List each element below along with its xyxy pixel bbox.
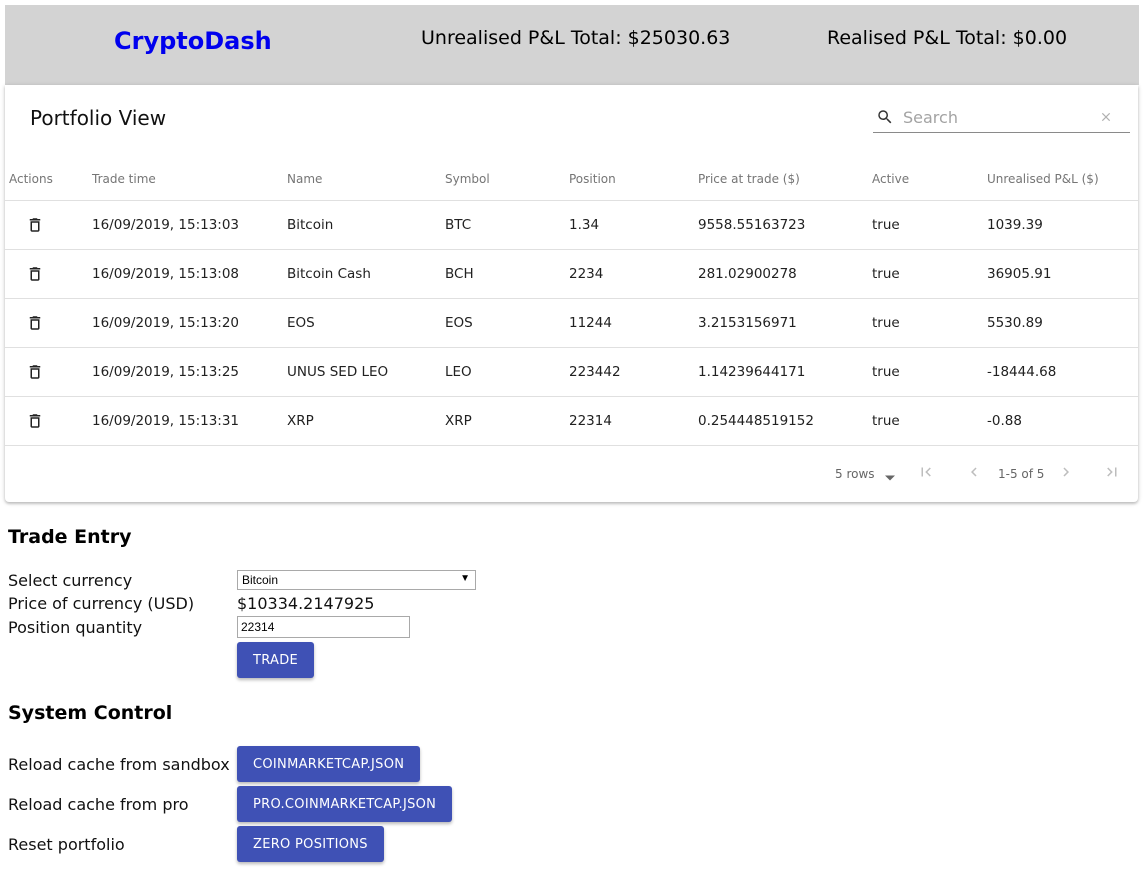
- delete-icon[interactable]: [26, 348, 44, 396]
- col-trade-time[interactable]: Trade time: [92, 158, 156, 200]
- cell-trade-time: 16/09/2019, 15:13:03: [92, 217, 240, 233]
- rows-per-page-select[interactable]: 5 rows: [835, 467, 875, 481]
- cell-name: XRP: [287, 413, 314, 429]
- cell-pnl: -0.88: [987, 413, 1022, 429]
- search-box: [873, 102, 1130, 133]
- cell-position: 223442: [569, 364, 621, 380]
- currency-select[interactable]: Bitcoin ▼: [237, 570, 476, 590]
- cell-price: 1.14239644171: [698, 364, 806, 380]
- unrealised-pl-total: Unrealised P&L Total: $25030.63: [421, 27, 731, 49]
- search-input[interactable]: [901, 105, 1091, 129]
- cell-price: 9558.55163723: [698, 217, 806, 233]
- cell-pnl: 5530.89: [987, 315, 1043, 331]
- cell-active: true: [872, 266, 900, 282]
- table-row: 16/09/2019, 15:13:31 XRP XRP 22314 0.254…: [5, 397, 1138, 446]
- reload-sandbox-button[interactable]: COINMARKETCAP.JSON: [237, 746, 421, 782]
- first-page-icon[interactable]: [917, 463, 935, 486]
- reload-sandbox-label: Reload cache from sandbox: [8, 755, 230, 774]
- table-row: 16/09/2019, 15:13:20 EOS EOS 11244 3.215…: [5, 299, 1138, 348]
- system-control-title: System Control: [8, 702, 173, 724]
- realised-pl-total: Realised P&L Total: $0.00: [827, 27, 1068, 49]
- select-currency-label: Select currency: [8, 571, 133, 590]
- table-row: 16/09/2019, 15:13:03 Bitcoin BTC 1.34 95…: [5, 201, 1138, 250]
- cell-trade-time: 16/09/2019, 15:13:31: [92, 413, 240, 429]
- dropdown-caret-icon[interactable]: [884, 469, 896, 487]
- zero-positions-button[interactable]: ZERO POSITIONS: [237, 826, 384, 862]
- cell-trade-time: 16/09/2019, 15:13:20: [92, 315, 240, 331]
- cell-name: Bitcoin Cash: [287, 266, 371, 282]
- price-value: $10334.2147925: [237, 594, 375, 613]
- header-bar: CryptoDash Unrealised P&L Total: $25030.…: [5, 5, 1139, 85]
- reset-portfolio-label: Reset portfolio: [8, 835, 125, 854]
- cell-name: Bitcoin: [287, 217, 334, 233]
- delete-icon[interactable]: [26, 250, 44, 298]
- next-page-icon[interactable]: [1057, 463, 1075, 486]
- last-page-icon[interactable]: [1103, 463, 1121, 486]
- portfolio-card: Portfolio View Actions Trade time Name S…: [5, 85, 1138, 502]
- cell-active: true: [872, 364, 900, 380]
- cell-symbol: LEO: [445, 364, 472, 380]
- table-row: 16/09/2019, 15:13:08 Bitcoin Cash BCH 22…: [5, 250, 1138, 299]
- cell-price: 281.02900278: [698, 266, 797, 282]
- clear-search-icon[interactable]: [1099, 110, 1113, 129]
- select-caret-icon: ▼: [460, 573, 470, 584]
- cell-trade-time: 16/09/2019, 15:13:08: [92, 266, 240, 282]
- cell-position: 11244: [569, 315, 612, 331]
- trade-button[interactable]: TRADE: [237, 642, 315, 678]
- col-active[interactable]: Active: [872, 158, 909, 200]
- previous-page-icon[interactable]: [965, 463, 983, 486]
- reload-pro-button[interactable]: PRO.COINMARKETCAP.JSON: [237, 786, 453, 822]
- table-header: Actions Trade time Name Symbol Position …: [5, 158, 1138, 201]
- reload-pro-label: Reload cache from pro: [8, 795, 189, 814]
- quantity-input[interactable]: [237, 616, 410, 638]
- cell-active: true: [872, 315, 900, 331]
- cell-name: EOS: [287, 315, 315, 331]
- cell-trade-time: 16/09/2019, 15:13:25: [92, 364, 240, 380]
- cell-symbol: BTC: [445, 217, 472, 233]
- page-range: 1-5 of 5: [998, 467, 1045, 481]
- col-position[interactable]: Position: [569, 158, 616, 200]
- cell-price: 0.254448519152: [698, 413, 814, 429]
- cell-position: 2234: [569, 266, 604, 282]
- cell-pnl: 1039.39: [987, 217, 1043, 233]
- cell-price: 3.2153156971: [698, 315, 797, 331]
- col-symbol[interactable]: Symbol: [445, 158, 490, 200]
- trade-entry-title: Trade Entry: [8, 526, 132, 548]
- col-name[interactable]: Name: [287, 158, 322, 200]
- cell-position: 22314: [569, 413, 612, 429]
- col-actions: Actions: [9, 172, 53, 186]
- cell-pnl: -18444.68: [987, 364, 1057, 380]
- cell-pnl: 36905.91: [987, 266, 1052, 282]
- cell-position: 1.34: [569, 217, 600, 233]
- brand-title[interactable]: CryptoDash: [114, 27, 272, 55]
- currency-select-value: Bitcoin: [242, 573, 279, 587]
- cell-name: UNUS SED LEO: [287, 364, 389, 380]
- pagination-bar: 5 rows 1-5 of 5: [5, 446, 1138, 502]
- portfolio-title: Portfolio View: [30, 106, 167, 130]
- delete-icon[interactable]: [26, 299, 44, 347]
- search-icon: [876, 108, 894, 131]
- cell-symbol: BCH: [445, 266, 474, 282]
- quantity-label: Position quantity: [8, 618, 143, 637]
- price-label: Price of currency (USD): [8, 594, 195, 613]
- col-unrealised-pl[interactable]: Unrealised P&L ($): [987, 158, 1099, 200]
- cell-active: true: [872, 413, 900, 429]
- table-row: 16/09/2019, 15:13:25 UNUS SED LEO LEO 22…: [5, 348, 1138, 397]
- cell-active: true: [872, 217, 900, 233]
- delete-icon[interactable]: [26, 201, 44, 249]
- cell-symbol: XRP: [445, 413, 472, 429]
- col-price-at-trade[interactable]: Price at trade ($): [698, 158, 800, 200]
- delete-icon[interactable]: [26, 397, 44, 445]
- cell-symbol: EOS: [445, 315, 473, 331]
